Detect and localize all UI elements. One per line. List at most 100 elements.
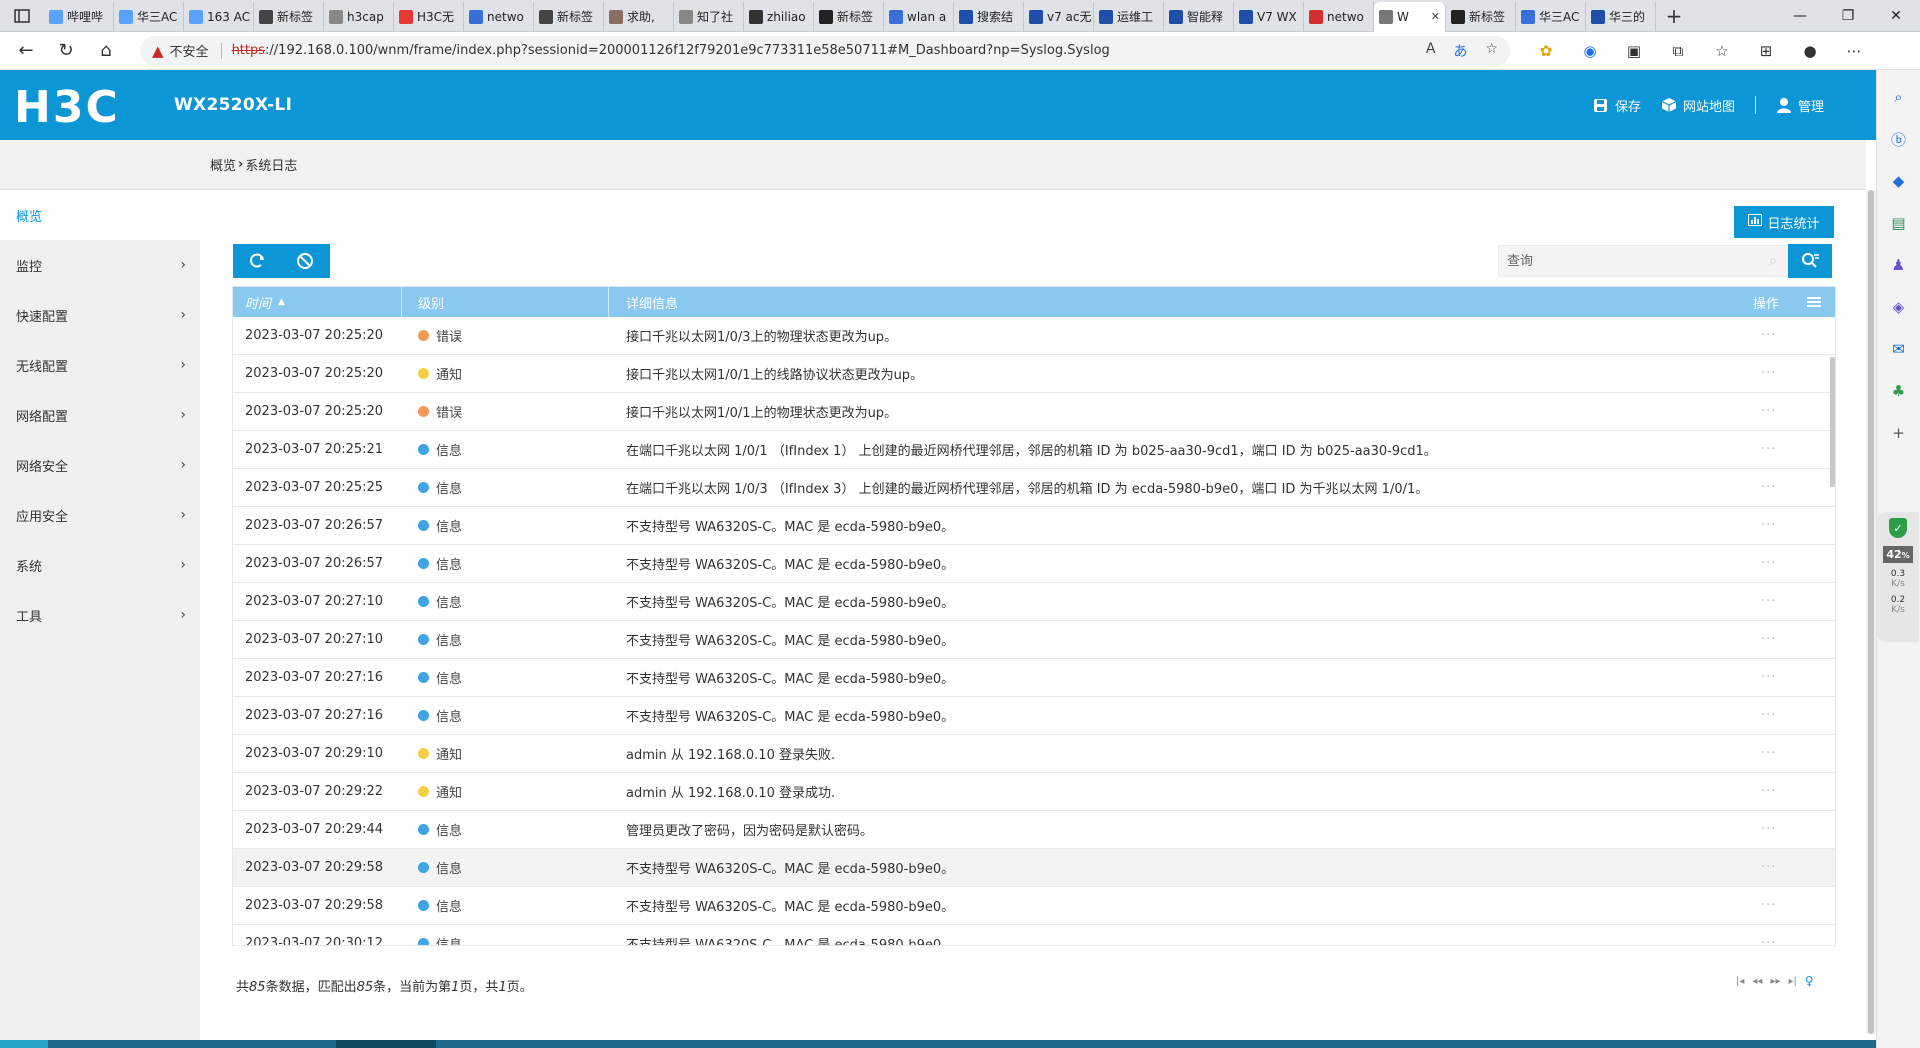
table-row[interactable]: 2023-03-07 20:29:44 信息 管理员更改了密码，因为密码是默认密码。… xyxy=(233,811,1835,849)
table-scrollbar[interactable] xyxy=(1830,357,1835,487)
table-row[interactable]: 2023-03-07 20:25:20 错误 接口千兆以太网1/0/1上的物理状态更… xyxy=(233,393,1835,431)
tab-actions-menu-icon[interactable] xyxy=(0,0,44,32)
refresh-button[interactable] xyxy=(233,244,281,278)
browser-tab[interactable]: 哔哩哔 xyxy=(44,1,114,32)
row-more-button[interactable]: ··· xyxy=(1713,746,1793,761)
read-aloud-icon[interactable]: A xyxy=(1426,41,1436,61)
browser-tab[interactable]: 搜索结 xyxy=(954,1,1024,32)
taskbar-item[interactable] xyxy=(336,1040,436,1048)
network-monitor[interactable]: ✓ 42% 0.3 K/s 0.2 K/s xyxy=(1877,512,1919,642)
url-field[interactable]: ▲ 不安全 https ://192.168.0.100/wnm/frame/i… xyxy=(140,35,1510,66)
people-icon[interactable]: ♟ xyxy=(1884,250,1914,280)
col-detail-header[interactable]: 详细信息 xyxy=(609,287,1713,317)
browser-tab[interactable]: zhiliao xyxy=(744,1,814,32)
row-more-button[interactable]: ··· xyxy=(1713,632,1793,647)
browser-tab[interactable]: 知了社 xyxy=(674,1,744,32)
search-icon[interactable]: ⌕ xyxy=(1769,253,1777,269)
more-icon[interactable]: ⋯ xyxy=(1832,32,1876,70)
sidebar-item[interactable]: 工具 › xyxy=(0,590,200,640)
sidebar-item[interactable]: 应用安全 › xyxy=(0,490,200,540)
search-icon[interactable]: ⌕ xyxy=(1884,82,1914,112)
close-window-icon[interactable]: ✕ xyxy=(1872,0,1920,32)
log-stats-button[interactable]: 日志统计 xyxy=(1734,206,1834,238)
browser-tab[interactable]: 新标签 xyxy=(534,1,604,32)
row-more-button[interactable]: ··· xyxy=(1713,518,1793,533)
row-more-button[interactable]: ··· xyxy=(1713,328,1793,343)
browser-tab[interactable]: wlan a xyxy=(884,1,954,32)
table-row[interactable]: 2023-03-07 20:29:58 信息 不支持型号 WA6320S-C。MAC… xyxy=(233,887,1835,925)
row-more-button[interactable]: ··· xyxy=(1713,556,1793,571)
browser-tab[interactable]: 华三AC xyxy=(114,1,184,32)
table-row[interactable]: 2023-03-07 20:25:20 通知 接口千兆以太网1/0/1上的线路协议状… xyxy=(233,355,1835,393)
next-page-icon[interactable]: ▸▸ xyxy=(1770,976,1780,987)
row-more-button[interactable]: ··· xyxy=(1713,822,1793,837)
table-row[interactable]: 2023-03-07 20:25:25 信息 在端口千兆以太网 1/0/3 （IfI… xyxy=(233,469,1835,507)
office-icon[interactable]: ◈ xyxy=(1884,292,1914,322)
row-more-button[interactable]: ··· xyxy=(1713,404,1793,419)
sync-extension-icon[interactable]: ◉ xyxy=(1568,32,1612,70)
sitemap-button[interactable]: 网站地图 xyxy=(1661,96,1735,115)
bing-chat-icon[interactable]: ⓑ xyxy=(1884,124,1914,154)
browser-tab[interactable]: h3cap xyxy=(324,1,394,32)
restore-icon[interactable]: ❐ xyxy=(1824,0,1872,32)
last-page-icon[interactable]: ▸| xyxy=(1788,976,1796,987)
sidebar-item[interactable]: 快速配置 › xyxy=(0,290,200,340)
browser-tab[interactable]: 求助, xyxy=(604,1,674,32)
tools-icon[interactable]: ▤ xyxy=(1884,208,1914,238)
browser-tab[interactable]: 新标签 xyxy=(1446,1,1516,32)
extensions-icon[interactable]: ⧉ xyxy=(1656,32,1700,70)
table-row[interactable]: 2023-03-07 20:25:21 信息 在端口千兆以太网 1/0/1 （IfI… xyxy=(233,431,1835,469)
row-more-button[interactable]: ··· xyxy=(1713,480,1793,495)
table-row[interactable]: 2023-03-07 20:29:58 信息 不支持型号 WA6320S-C。MAC… xyxy=(233,849,1835,887)
clear-log-button[interactable] xyxy=(281,244,329,278)
row-more-button[interactable]: ··· xyxy=(1713,670,1793,685)
browser-tab[interactable]: W ✕ xyxy=(1374,1,1446,32)
shopping-icon[interactable]: ◆ xyxy=(1884,166,1914,196)
sidebar-item[interactable]: 无线配置 › xyxy=(0,340,200,390)
profile-icon[interactable]: ● xyxy=(1788,32,1832,70)
page-scrollbar[interactable] xyxy=(1866,190,1876,1034)
insecure-label[interactable]: 不安全 xyxy=(170,41,209,60)
row-more-button[interactable]: ··· xyxy=(1713,898,1793,913)
table-row[interactable]: 2023-03-07 20:27:10 信息 不支持型号 WA6320S-C。MAC… xyxy=(233,621,1835,659)
row-more-button[interactable]: ··· xyxy=(1713,784,1793,799)
sidebar-item[interactable]: 网络安全 › xyxy=(0,440,200,490)
admin-button[interactable]: 管理 xyxy=(1776,96,1824,115)
table-row[interactable]: 2023-03-07 20:25:20 错误 接口千兆以太网1/0/3上的物理状态更… xyxy=(233,317,1835,355)
hint-bulb-icon[interactable]: ♀ xyxy=(1805,974,1814,988)
row-more-button[interactable]: ··· xyxy=(1713,366,1793,381)
table-row[interactable]: 2023-03-07 20:29:22 通知 admin 从 192.168.0.1… xyxy=(233,773,1835,811)
new-tab-button[interactable]: + xyxy=(1656,1,1692,31)
browser-tab[interactable]: netwo xyxy=(464,1,534,32)
row-more-button[interactable]: ··· xyxy=(1713,708,1793,723)
sidebar-item[interactable]: 网络配置 › xyxy=(0,390,200,440)
outlook-icon[interactable]: ✉ xyxy=(1884,334,1914,364)
browser-tab[interactable]: 华三AC xyxy=(1516,1,1586,32)
row-more-button[interactable]: ··· xyxy=(1713,594,1793,609)
advanced-search-button[interactable] xyxy=(1788,244,1832,278)
collections-icon[interactable]: ⊞ xyxy=(1744,32,1788,70)
browser-tab[interactable]: V7 WX xyxy=(1234,1,1304,32)
col-level-header[interactable]: 级别 xyxy=(402,287,609,317)
sidebar-item[interactable]: 概览 xyxy=(0,190,200,240)
favorite-add-icon[interactable]: ☆ xyxy=(1485,41,1498,61)
browser-tab[interactable]: netwo xyxy=(1304,1,1374,32)
row-more-button[interactable]: ··· xyxy=(1713,936,1793,945)
save-button[interactable]: 保存 xyxy=(1593,96,1641,115)
table-row[interactable]: 2023-03-07 20:27:10 信息 不支持型号 WA6320S-C。MAC… xyxy=(233,583,1835,621)
row-more-button[interactable]: ··· xyxy=(1713,442,1793,457)
table-row[interactable]: 2023-03-07 20:27:16 信息 不支持型号 WA6320S-C。MAC… xyxy=(233,659,1835,697)
add-sidebar-icon[interactable]: + xyxy=(1884,418,1914,448)
table-row[interactable]: 2023-03-07 20:26:57 信息 不支持型号 WA6320S-C。MAC… xyxy=(233,507,1835,545)
table-row[interactable]: 2023-03-07 20:26:57 信息 不支持型号 WA6320S-C。MAC… xyxy=(233,545,1835,583)
browser-tab[interactable]: 华三的 xyxy=(1586,1,1656,32)
browser-tab[interactable]: H3C无 xyxy=(394,1,464,32)
row-more-button[interactable]: ··· xyxy=(1713,860,1793,875)
first-page-icon[interactable]: |◂ xyxy=(1736,976,1744,987)
table-row[interactable]: 2023-03-07 20:29:10 通知 admin 从 192.168.0.1… xyxy=(233,735,1835,773)
taskbar-item[interactable] xyxy=(0,1040,48,1048)
favorites-icon[interactable]: ☆ xyxy=(1700,32,1744,70)
sidebar-item[interactable]: 监控 › xyxy=(0,240,200,290)
table-row[interactable]: 2023-03-07 20:30:12 信息 不支持型号 WA6320S-C。MAC… xyxy=(233,925,1835,945)
tab-close-icon[interactable]: ✕ xyxy=(1431,10,1440,23)
